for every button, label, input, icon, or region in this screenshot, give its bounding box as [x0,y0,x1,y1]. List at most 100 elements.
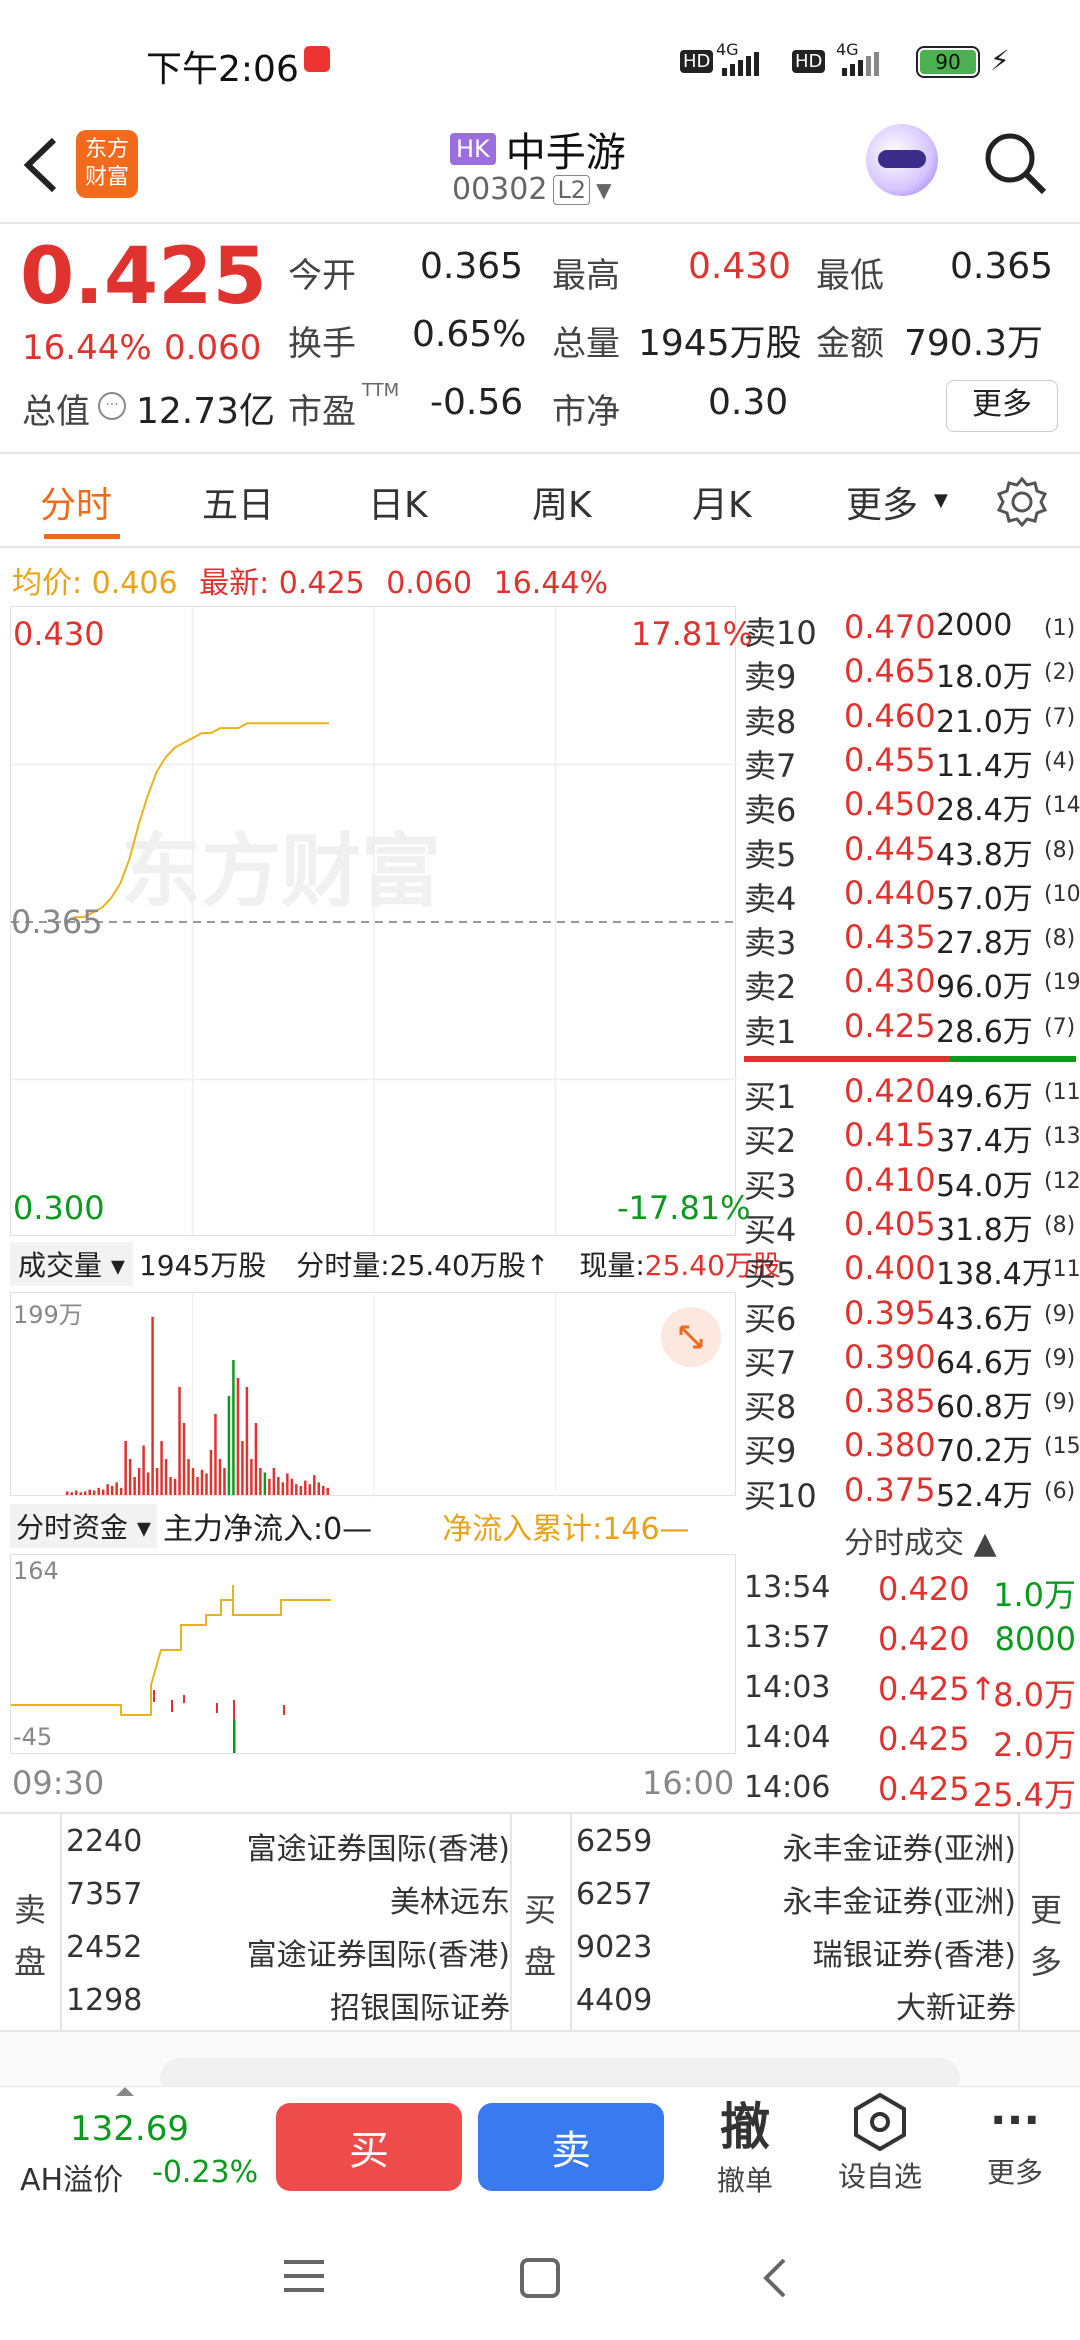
info-icon[interactable]: ··· [98,392,126,420]
level-volume: 37.4万 [936,1124,1033,1160]
stock-code-selector[interactable]: 00302 L2 ▼ [452,172,611,207]
level-label: 买5 [744,1255,797,1294]
search-icon[interactable] [980,128,1050,198]
level-volume: 43.6万 [936,1301,1033,1337]
volume-bar [88,1489,91,1495]
trades-panel[interactable]: 分时成交 ▲ 13:54 0.420 1.0万 13:57 0.420 8000 14:03… [740,1512,1080,1814]
bid-ask-ratio-bar [744,1056,1076,1062]
broker-row[interactable]: 6257 永丰金证券(亚洲) [576,1873,1016,1923]
level-label: 买4 [744,1210,797,1249]
level-volume: 70.2万 [936,1434,1033,1470]
back-arrow-icon[interactable] [18,134,62,196]
broker-row[interactable]: 6259 永丰金证券(亚洲) [576,1820,1016,1870]
price-chart[interactable]: 东方财富 0.430 0.365 0.300 17.81% -17.81% [10,606,753,1237]
buy-button[interactable]: 买 [276,2103,462,2191]
level-orders: (14) [1044,793,1080,819]
broker-row[interactable]: 2240 富途证券国际(香港) [66,1820,510,1870]
robot-assistant-icon[interactable] [866,124,938,196]
chevron-down-icon: ▼ [596,177,612,202]
volume-bar [119,1487,123,1495]
trade-volume: 8000 [994,1620,1076,1658]
broker-row[interactable]: 2452 富途证券国际(香港) [66,1926,510,1976]
inflow-bar [171,1700,173,1712]
open-value: 0.365 [420,246,524,287]
pb-label: 市净 [552,392,620,432]
volume-bar [160,1441,163,1495]
tab-intraday[interactable]: 分时 [40,476,112,528]
ask-row[interactable]: 卖10 0.470 2000 (1) [740,606,1080,652]
level-price: 0.410 [844,1160,936,1199]
flow-lines [11,1585,331,1753]
flow-chart[interactable]: 164 -45 [10,1554,736,1754]
main-net-inflow: 主力净流入:0— [162,1512,373,1547]
stock-name: 中手游 [505,130,626,176]
back-icon[interactable] [760,2256,790,2300]
bid-row[interactable]: 买7 0.390 64.6万 (9) [740,1336,1080,1382]
tab-five-day[interactable]: 五日 [202,476,274,528]
ask-row[interactable]: 卖8 0.460 21.0万 (7) [740,695,1080,741]
bid-row[interactable]: 买4 0.405 31.8万 (8) [740,1203,1080,1249]
volume-bar [155,1468,159,1495]
level-volume: 27.8万 [936,926,1033,962]
pct-top-label: 17.81% [631,615,754,653]
bid-row[interactable]: 买2 0.41537.4万 (13) [740,1114,1080,1160]
turnover-value: 0.65% [412,314,527,355]
ask-row[interactable]: 卖3 0.435 27.8万 (8) [740,916,1080,962]
now-label: 现量: [579,1249,645,1282]
bid-row[interactable]: 买10 0.375 52.4万 (6) [740,1469,1080,1515]
level-label: 卖3 [744,924,797,963]
more-actions-button[interactable]: ··· 更多 [970,2091,1060,2191]
bid-row[interactable]: 买8 0.385 60.8万 (9) [740,1380,1080,1426]
bid-row[interactable]: 买9 0.38070.2万 (15) [740,1424,1080,1470]
change-percent: 16.44% [22,328,152,368]
home-icon[interactable] [518,2256,562,2300]
menu-icon[interactable] [282,2256,326,2296]
broker-row[interactable]: 9023 瑞银证券(香港) [576,1926,1016,1976]
ask-row[interactable]: 卖2 0.43096.0万 (19) [740,960,1080,1006]
trades-header[interactable]: 分时成交 ▲ [844,1518,997,1562]
trade-time: 14:03 [744,1670,831,1705]
broker-row[interactable]: 1298 招银国际证券 [66,1979,510,2029]
add-watchlist-button[interactable]: 设自选 [830,2091,930,2195]
open-label: 今开 [288,256,356,296]
stock-code: 00302 [452,172,548,207]
level-price: 0.380 [844,1426,936,1465]
broker-id: 1298 [66,1983,143,2018]
ask-row[interactable]: 卖4 0.44057.0万 (10) [740,872,1080,918]
flow-selector[interactable]: 分时资金 ▾ [10,1504,157,1548]
cancel-order-button[interactable]: 撤 撤单 [700,2087,790,2199]
sell-button[interactable]: 卖 [478,2103,664,2191]
tab-monthly-k[interactable]: 月K [692,476,752,528]
expand-icon[interactable] [661,1307,721,1367]
bid-row[interactable]: 买6 0.395 43.6万 (9) [740,1292,1080,1338]
ask-row[interactable]: 卖9 0.465 18.0万 (2) [740,650,1080,696]
broker-id: 4409 [576,1983,653,2018]
tab-weekly-k[interactable]: 周K [532,476,592,528]
volume-bar [281,1482,285,1495]
volume-bar [236,1378,240,1495]
ask-row[interactable]: 卖5 0.445 43.8万 (8) [740,828,1080,874]
volume-bar [209,1450,213,1495]
tab-more[interactable]: 更多 [846,476,918,528]
broker-more-button[interactable]: 更多 [1030,1884,1062,1988]
bid-row[interactable]: 买3 0.41054.0万 (12) [740,1159,1080,1205]
ask-row[interactable]: 卖1 0.425 28.6万 (7) [740,1005,1080,1051]
ask-row[interactable]: 卖6 0.45028.4万 (14) [740,783,1080,829]
broker-queue[interactable]: 卖盘 2240 富途证券国际(香港) 7357 美林远东 2452 富途证券国际(香港) 1… [0,1814,1080,2030]
volume-bar [97,1487,100,1495]
battery-level: 90 [920,50,976,74]
volume-bar [263,1472,267,1495]
gear-icon[interactable] [996,476,1048,528]
broker-row[interactable]: 7357 美林远东 [66,1873,510,1923]
volume-selector[interactable]: 成交量 ▾ [10,1242,133,1286]
bid-row[interactable]: 买1 0.42049.6万 (11) [740,1070,1080,1116]
level-volume: 43.8万 [936,837,1033,873]
tab-daily-k[interactable]: 日K [368,476,428,528]
bid-row[interactable]: 买5 0.400138.4万(11) [740,1247,1080,1293]
more-quote-button[interactable]: 更多 [946,380,1058,432]
broker-row[interactable]: 4409 大新证券 [576,1979,1016,2029]
pb-value: 0.30 [708,382,789,423]
ask-row[interactable]: 卖7 0.455 11.4万 (4) [740,739,1080,785]
logo-text-2: 财富 [84,165,129,190]
volume-chart[interactable]: 199万 [10,1292,736,1497]
